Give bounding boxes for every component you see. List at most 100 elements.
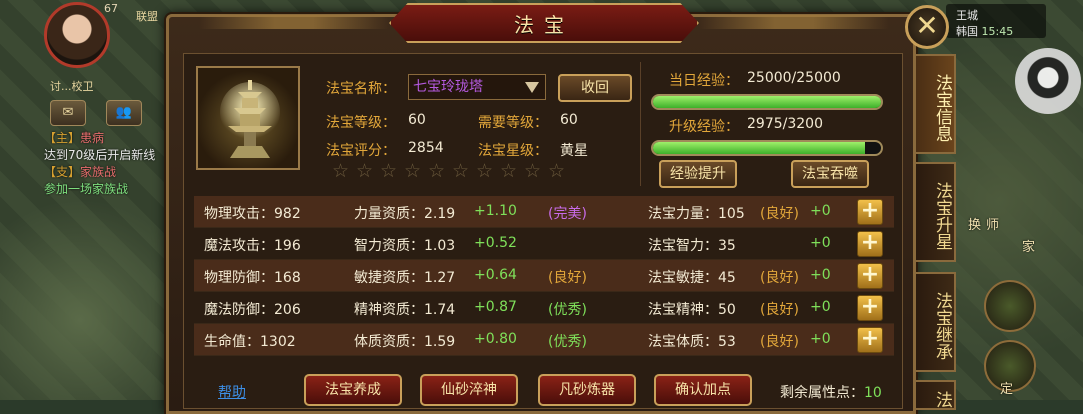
left-hud: 67 联盟 讨...校卫 ✉ 👥 【主】患病 达到70级后开启新线 【支】家族战… <box>0 0 190 400</box>
treasure-stat: 法宝精神：50 <box>648 302 736 318</box>
aptitude-stat: 体质资质：1.59 <box>354 334 456 350</box>
aptitude-bonus: +0.64 <box>474 267 517 283</box>
add-point-button[interactable]: + <box>857 199 883 225</box>
star-icon: ☆ <box>356 160 374 182</box>
base-stat: 生命值：1302 <box>204 334 296 350</box>
side-label: 换 <box>968 218 982 233</box>
help-link[interactable]: 帮助 <box>218 382 246 402</box>
add-point-button[interactable]: + <box>857 263 883 289</box>
immortal-sand-button[interactable]: 仙砂淬神 <box>420 374 518 406</box>
mortal-sand-button[interactable]: 凡砂炼器 <box>538 374 636 406</box>
aptitude-bonus: +0.80 <box>474 331 517 347</box>
title-ornament-left <box>199 15 389 29</box>
chat-sender: 患病 <box>80 131 105 145</box>
treasure-bonus: +0 <box>810 235 831 251</box>
attribute-row: 生命值：1302 体质资质：1.59 +0.80 (优秀) 法宝体质：53 (良好) +0 + <box>194 324 894 356</box>
star-rating: ☆ ☆ ☆ ☆ ☆ ☆ ☆ ☆ ☆ ☆ <box>332 162 567 181</box>
exp-up-button[interactable]: 经验提升 <box>659 160 737 188</box>
treasure-icon-frame[interactable] <box>196 66 300 170</box>
confirm-points-button[interactable]: 确认加点 <box>654 374 752 406</box>
attribute-row: 魔法攻击：196 智力资质：1.03 +0.52 法宝智力：35 +0 + <box>194 228 894 260</box>
city-name: 王城 <box>956 9 978 22</box>
clock: 15:45 <box>981 25 1014 38</box>
star-icon: ☆ <box>404 160 422 182</box>
potion-skill-icon[interactable] <box>984 280 1036 332</box>
treasure-stat: 法宝体质：53 <box>648 334 736 350</box>
treasure-bonus: +0 <box>810 331 831 347</box>
player-avatar[interactable] <box>44 2 110 68</box>
add-point-button[interactable]: + <box>857 295 883 321</box>
upgrade-exp-bar <box>651 140 883 156</box>
star-icon: ☆ <box>332 160 350 182</box>
chat-text: 达到70级后开启新线 <box>44 148 156 162</box>
aptitude-stat: 力量资质：2.19 <box>354 206 456 222</box>
side-label: 师 <box>986 218 1000 233</box>
treasure-bonus: +0 <box>810 299 831 315</box>
aptitude-grade: (完美) <box>548 206 587 222</box>
chat-sender: 家族战 <box>80 165 117 179</box>
alliance-label[interactable]: 联盟 <box>136 8 158 24</box>
add-point-button[interactable]: + <box>857 231 883 257</box>
recycle-button[interactable]: 收回 <box>558 74 632 102</box>
daily-exp-bar <box>651 94 883 110</box>
treasure-grade: (良好) <box>760 334 799 350</box>
tab-treasure-starup[interactable]: 法宝升星 <box>916 162 956 262</box>
star-level-value: 黄星 <box>560 143 588 159</box>
daily-exp-label: 当日经验： <box>669 73 739 89</box>
upgrade-exp-label: 升级经验： <box>669 119 739 135</box>
devour-button[interactable]: 法宝吞噬 <box>791 160 869 188</box>
chat-channel: 【主】 <box>44 131 81 145</box>
aptitude-stat: 精神资质：1.74 <box>354 302 456 318</box>
tab-treasure-info[interactable]: 法宝信息 <box>916 54 956 154</box>
qq-icon[interactable] <box>1015 48 1081 114</box>
guard-label: 讨...校卫 <box>50 80 94 93</box>
attribute-row: 物理攻击：982 力量资质：2.19 +1.10 (完美) 法宝力量：105 (良好) +0… <box>194 196 894 228</box>
pagoda-icon <box>220 80 280 158</box>
title-ornament-right <box>699 15 889 29</box>
chat-panel[interactable]: 【主】患病 达到70级后开启新线 【支】家族战 参加一场家族战 <box>44 130 174 198</box>
family-button[interactable]: 家 <box>1022 236 1035 255</box>
team-icon[interactable]: 👥 <box>106 100 142 126</box>
star-icon: ☆ <box>476 160 494 182</box>
treasure-name-select[interactable]: 七宝玲珑塔 <box>408 74 546 100</box>
upgrade-exp-value: 2975/3200 <box>747 116 823 132</box>
minimap-info[interactable]: 王城 韩国 15:45 <box>946 4 1046 38</box>
treasure-bonus: +0 <box>810 267 831 283</box>
star-level-label: 法宝星级： <box>478 143 548 159</box>
aptitude-stat: 敏捷资质：1.27 <box>354 270 456 286</box>
chat-line: 【支】家族战 <box>44 164 174 181</box>
daily-exp-value: 25000/25000 <box>747 70 841 86</box>
cultivate-button[interactable]: 法宝养成 <box>304 374 402 406</box>
base-stat: 魔法防御：206 <box>204 302 301 318</box>
player-level: 67 <box>104 2 118 15</box>
treasure-grade: (良好) <box>760 302 799 318</box>
tab-treasure-inherit[interactable]: 法宝继承 <box>916 272 956 372</box>
base-stat: 物理防御：168 <box>204 270 301 286</box>
mail-icon[interactable]: ✉ <box>50 100 86 126</box>
chat-line: 【主】患病 <box>44 130 174 147</box>
star-icon: ☆ <box>428 160 446 182</box>
aptitude-grade: (优秀) <box>548 302 587 318</box>
remaining-points: 剩余属性点：10 <box>780 382 882 402</box>
panel-title: 法宝 <box>389 3 699 43</box>
treasure-grade: (良好) <box>760 206 799 222</box>
star-icon: ☆ <box>548 160 566 182</box>
remaining-points-value: 10 <box>864 385 882 401</box>
tab-more[interactable]: 法 <box>916 380 956 410</box>
add-point-button[interactable]: + <box>857 327 883 353</box>
close-icon[interactable]: ✕ <box>905 5 949 49</box>
star-icon: ☆ <box>452 160 470 182</box>
chat-text: 参加一场家族战 <box>44 182 129 196</box>
chevron-down-icon <box>525 82 539 93</box>
name-label: 法宝名称： <box>326 81 396 97</box>
aptitude-bonus: +0.87 <box>474 299 517 315</box>
star-icon: ☆ <box>524 160 542 182</box>
treasure-stat: 法宝智力：35 <box>648 238 736 254</box>
experience-section: 当日经验： 25000/25000 升级经验： 2975/3200 经验提升 法… <box>640 62 892 188</box>
panel-body: 法宝名称： 七宝玲珑塔 收回 法宝等级： 60 需要等级： 60 法宝评分： 2… <box>183 53 903 409</box>
attribute-row: 物理防御：168 敏捷资质：1.27 +0.64 (良好) 法宝敏捷：45 (良好) +0 + <box>194 260 894 292</box>
treasure-bonus: +0 <box>810 203 831 219</box>
treasure-stat: 法宝敏捷：45 <box>648 270 736 286</box>
star-icon: ☆ <box>380 160 398 182</box>
required-level-value: 60 <box>560 112 578 128</box>
